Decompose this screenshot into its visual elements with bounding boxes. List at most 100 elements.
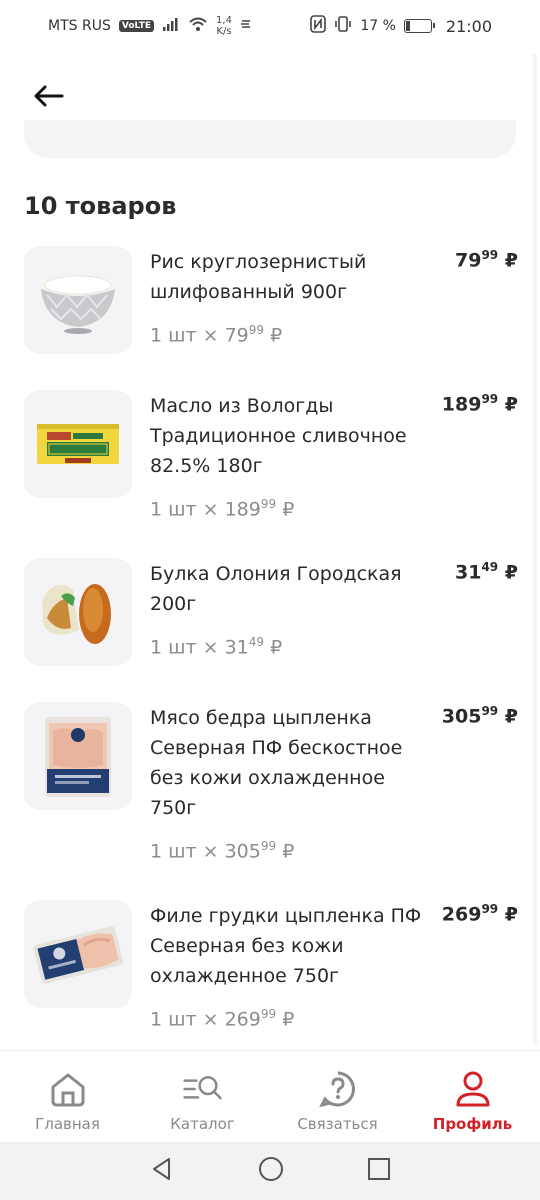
list-item[interactable]: Филе грудки цыпленка ПФ Северная без кож… — [24, 900, 518, 1050]
nav-label: Профиль — [432, 1115, 513, 1133]
nav-label: Каталог — [170, 1115, 235, 1133]
item-name: Булка Олония Городская 200г — [150, 563, 402, 615]
unit-price-frac: 99 — [260, 497, 277, 511]
unit-price-int: 79 — [224, 324, 249, 347]
currency: ₽ — [282, 1008, 295, 1031]
nav-item-catalog[interactable]: Каталог — [135, 1051, 270, 1142]
item-price: 18999 ₽ — [442, 392, 518, 415]
price-int: 79 — [454, 249, 482, 272]
bottom-nav: Главная Каталог Связаться Профиль — [0, 1050, 540, 1142]
currency: ₽ — [282, 498, 295, 521]
screen: MTS RUS VoLTE 1,4 K/s 17 % 21:00 10 това… — [0, 0, 540, 1200]
price-frac: 49 — [481, 560, 499, 574]
vibrate-icon — [334, 15, 352, 37]
nfc-icon — [310, 15, 327, 37]
status-right: 17 % 21:00 — [310, 15, 492, 37]
item-name: Филе грудки цыпленка ПФ Северная без кож… — [150, 905, 422, 987]
currency: ₽ — [504, 393, 518, 416]
price-int: 189 — [441, 393, 482, 416]
currency: ₽ — [504, 903, 518, 926]
volte-badge: VoLTE — [118, 20, 155, 32]
back-button[interactable] — [26, 76, 70, 120]
price-int: 31 — [454, 561, 482, 584]
nav-item-profile[interactable]: Профиль — [405, 1051, 540, 1142]
product-image-chicken-fillet — [24, 900, 132, 1008]
signal-icon — [162, 17, 180, 35]
system-home-icon[interactable] — [257, 1155, 285, 1187]
qty-label: 1 шт × — [150, 1008, 225, 1031]
currency: ₽ — [504, 705, 518, 728]
battery-percent: 17 % — [360, 18, 396, 34]
price-frac: 99 — [481, 704, 499, 718]
speed-unit: K/s — [216, 26, 232, 37]
list-item[interactable]: Масло из Вологды Традиционное сливочное … — [24, 390, 518, 558]
item-price: 30599 ₽ — [442, 704, 518, 727]
product-image-rice — [24, 246, 132, 354]
item-quantity: 1 шт × 18999 ₽ — [150, 497, 426, 520]
home-icon — [48, 1069, 88, 1109]
list-item[interactable]: Булка Олония Городская 200г 1 шт × 3149 … — [24, 558, 518, 702]
item-quantity: 1 шт × 26999 ₽ — [150, 1007, 426, 1030]
order-items-list: Рис круглозернистый шлифованный 900г 1 ш… — [24, 246, 518, 1050]
carrier-name: MTS RUS — [48, 18, 111, 34]
currency: ₽ — [270, 324, 283, 347]
unit-price-int: 31 — [224, 636, 249, 659]
product-image-butter — [24, 390, 132, 498]
nav-item-contact[interactable]: Связаться — [270, 1051, 405, 1142]
profile-icon — [453, 1069, 493, 1109]
unit-price-frac: 99 — [260, 839, 277, 853]
qty-label: 1 шт × — [150, 498, 225, 521]
system-back-icon[interactable] — [149, 1156, 175, 1186]
data-sync-icon — [240, 18, 252, 34]
unit-price-int: 305 — [224, 840, 261, 863]
price-int: 269 — [441, 903, 482, 926]
list-item[interactable]: Рис круглозернистый шлифованный 900г 1 ш… — [24, 246, 518, 390]
currency: ₽ — [504, 561, 518, 584]
items-count-title: 10 товаров — [24, 192, 177, 220]
item-info: Мясо бедра цыпленка Северная ПФ бескостн… — [132, 702, 518, 900]
status-bar: MTS RUS VoLTE 1,4 K/s 17 % 21:00 — [0, 0, 540, 52]
wifi-icon — [188, 16, 208, 36]
list-item[interactable]: Мясо бедра цыпленка Северная ПФ бескостн… — [24, 702, 518, 900]
battery-icon — [403, 19, 435, 33]
qty-label: 1 шт × — [150, 324, 225, 347]
currency: ₽ — [504, 249, 518, 272]
item-name: Рис круглозернистый шлифованный 900г — [150, 251, 367, 303]
item-quantity: 1 шт × 3149 ₽ — [150, 635, 426, 658]
nav-item-home[interactable]: Главная — [0, 1051, 135, 1142]
system-recents-icon[interactable] — [367, 1157, 391, 1185]
scrollbar[interactable] — [533, 54, 537, 1044]
nav-label: Связаться — [297, 1115, 378, 1133]
item-price: 26999 ₽ — [442, 902, 518, 925]
price-frac: 99 — [481, 902, 499, 916]
help-question-icon — [318, 1069, 358, 1109]
item-price: 3149 ₽ — [455, 560, 518, 583]
clock: 21:00 — [445, 16, 492, 36]
product-image-bread — [24, 558, 132, 666]
item-name: Масло из Вологды Традиционное сливочное … — [150, 395, 407, 477]
summary-card — [24, 120, 516, 158]
unit-price-int: 189 — [224, 498, 261, 521]
nav-label: Главная — [35, 1115, 100, 1133]
qty-label: 1 шт × — [150, 840, 225, 863]
unit-price-frac: 49 — [248, 635, 265, 649]
status-left: MTS RUS VoLTE 1,4 K/s — [48, 15, 252, 37]
currency: ₽ — [282, 840, 295, 863]
unit-price-frac: 99 — [248, 323, 265, 337]
price-frac: 99 — [481, 392, 499, 406]
currency: ₽ — [270, 636, 283, 659]
network-speed: 1,4 K/s — [216, 15, 232, 37]
price-frac: 99 — [481, 248, 499, 262]
item-quantity: 1 шт × 7999 ₽ — [150, 323, 426, 346]
item-name: Мясо бедра цыпленка Северная ПФ бескостн… — [150, 707, 403, 819]
unit-price-int: 269 — [224, 1008, 261, 1031]
price-int: 305 — [441, 705, 482, 728]
item-quantity: 1 шт × 30599 ₽ — [150, 839, 426, 862]
qty-label: 1 шт × — [150, 636, 225, 659]
product-image-chicken-thigh — [24, 702, 132, 810]
catalog-search-icon — [182, 1069, 223, 1109]
system-nav-bar — [0, 1142, 540, 1200]
unit-price-frac: 99 — [260, 1007, 277, 1021]
item-price: 7999 ₽ — [455, 248, 518, 271]
arrow-left-icon — [32, 84, 64, 112]
